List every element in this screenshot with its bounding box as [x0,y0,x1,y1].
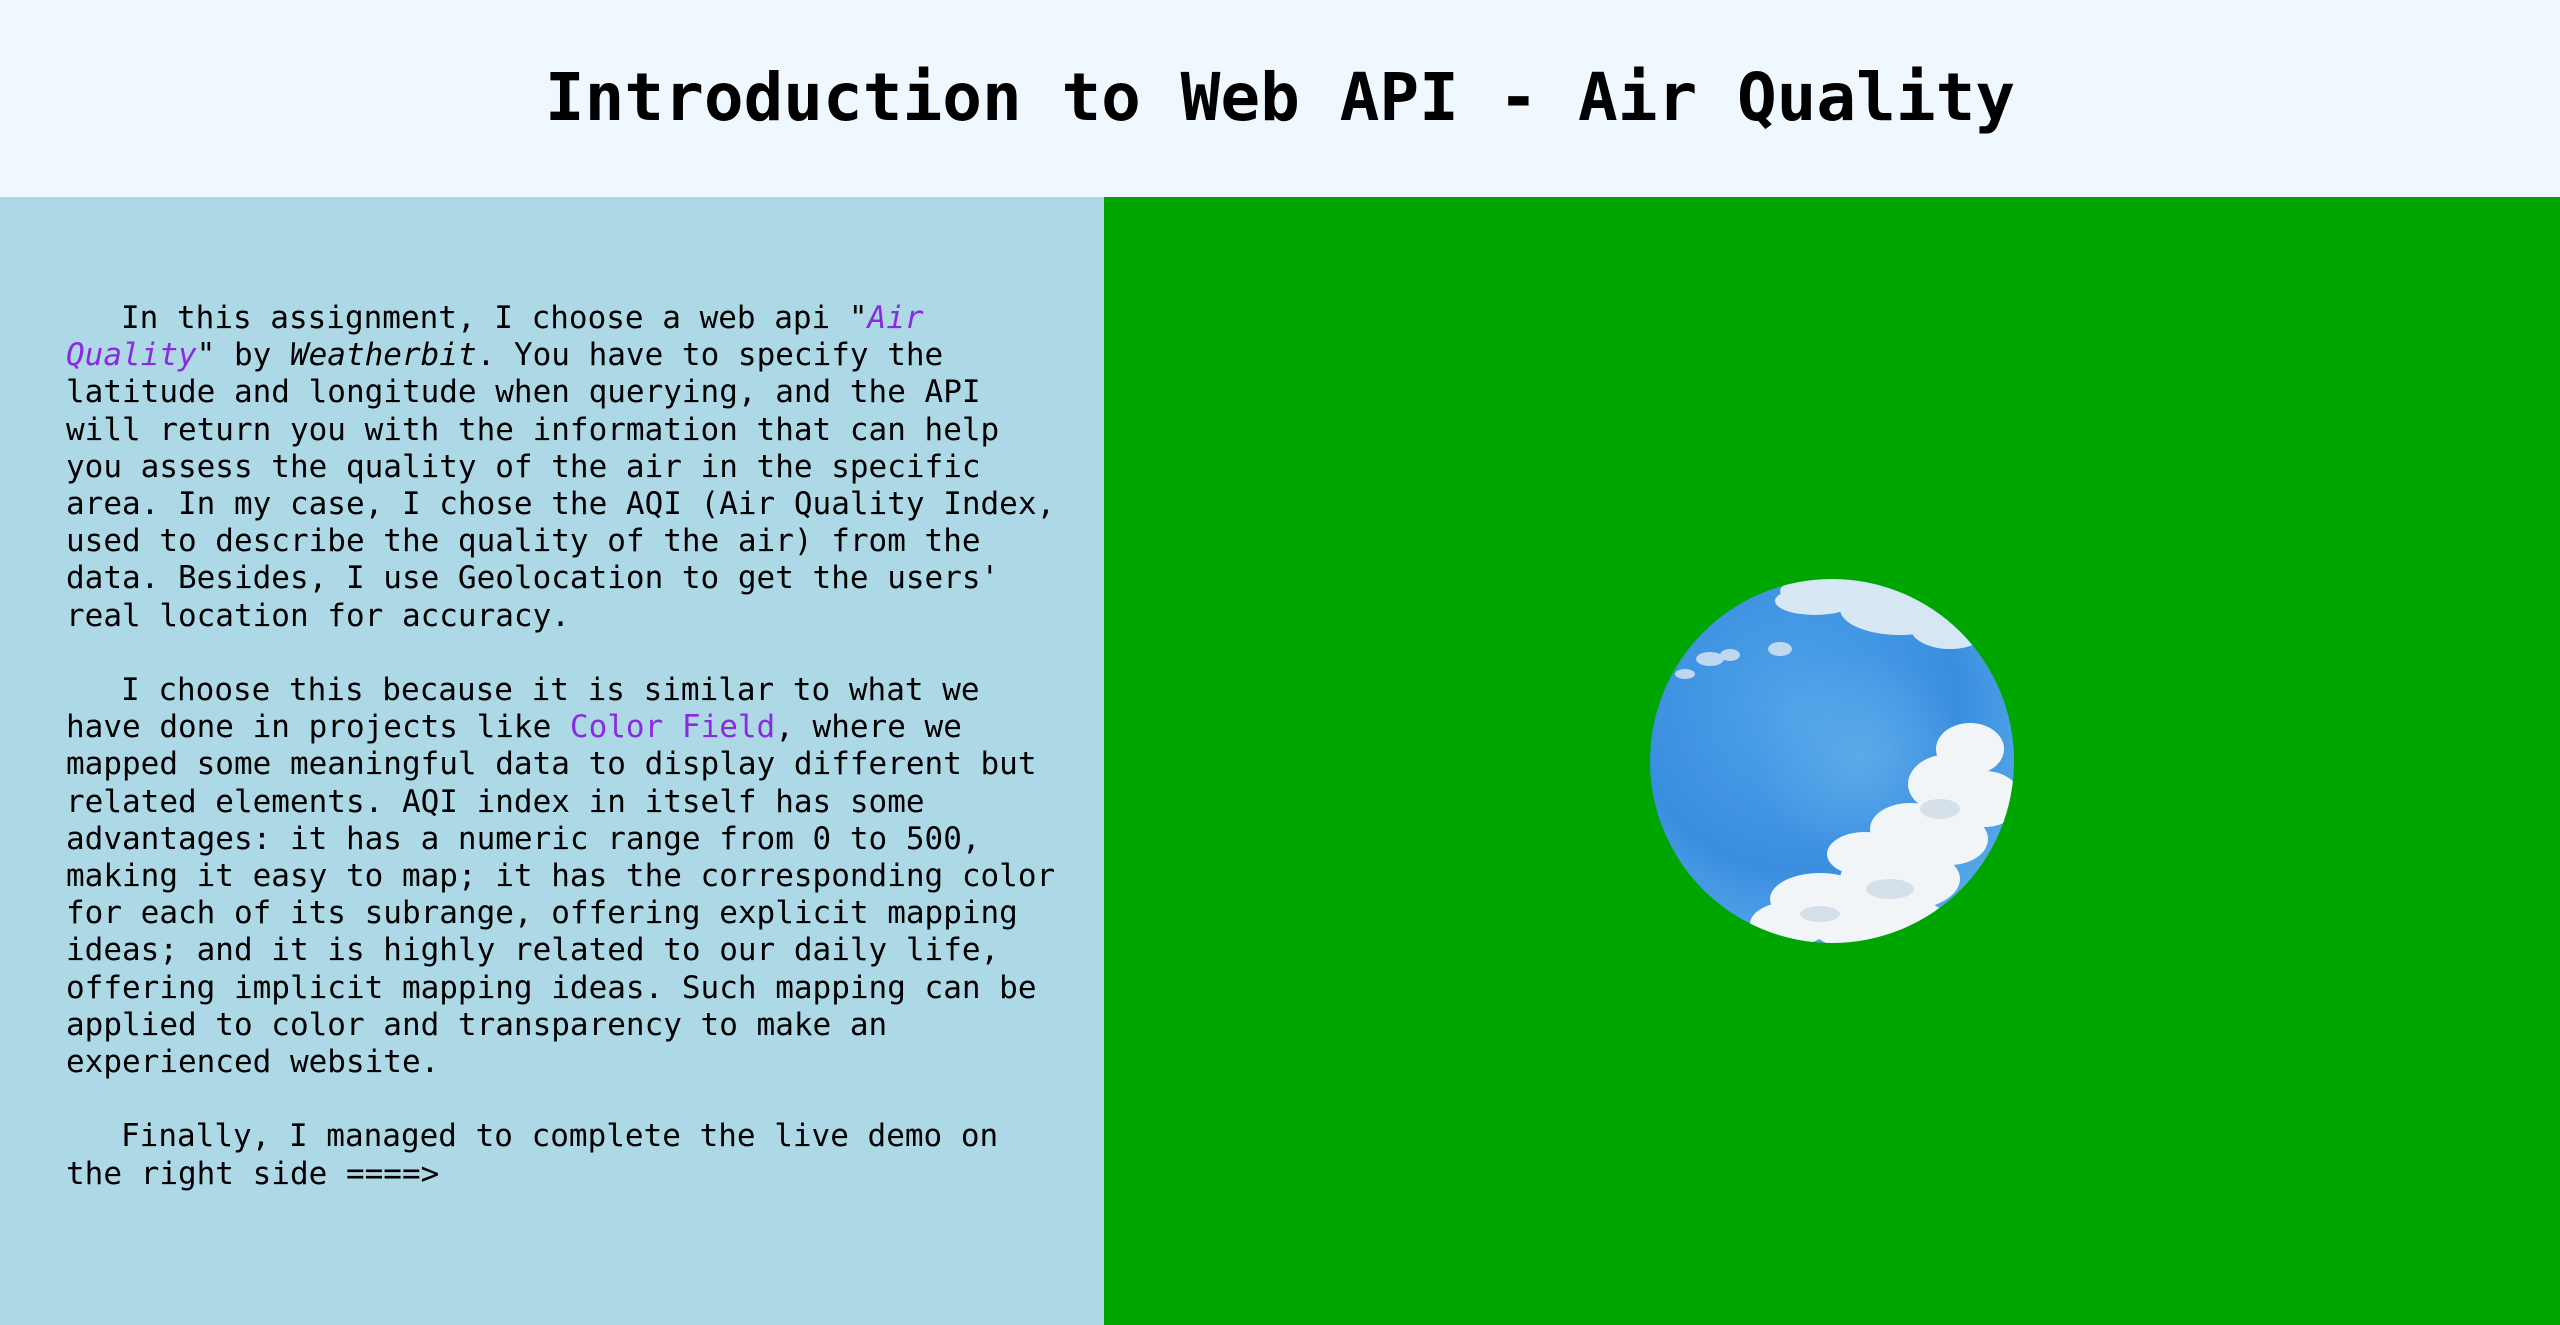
sky-orb-image [1650,579,2014,943]
p1-text-start: In this assignment, I choose a web api " [121,300,868,336]
weatherbit-provider: Weatherbit [289,337,477,374]
live-demo-panel [1104,197,2560,1325]
p1-text-by: " by [196,337,290,374]
description-text: In this assignment, I choose a web api "… [66,300,1056,1230]
page-header: Introduction to Web API - Air Quality [0,0,2560,197]
p2-text-rest: , where we mapped some meaningful data t… [66,709,1056,1081]
description-panel: In this assignment, I choose a web api "… [0,197,1104,1325]
page-title: Introduction to Web API - Air Quality [544,59,2016,136]
paragraph-intro: In this assignment, I choose a web api "… [66,300,1056,635]
paragraph-demo: Finally, I managed to complete the live … [66,1118,999,1192]
p1-text-rest: . You have to specify the latitude and l… [66,337,1056,634]
paragraph-reason: I choose this because it is similar to w… [66,672,1056,1081]
color-field-link[interactable]: Color Field [570,709,775,745]
sky-cloud-icon [1650,579,2014,943]
